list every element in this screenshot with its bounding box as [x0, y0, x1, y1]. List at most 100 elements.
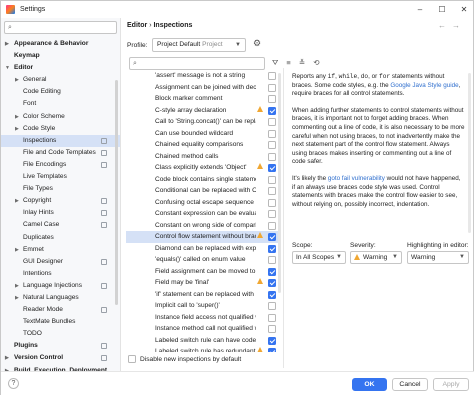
- sidebar-item-appearance-behavior[interactable]: ▶ Appearance & Behavior: [1, 38, 120, 50]
- inspection-row[interactable]: Block marker comment: [126, 93, 280, 105]
- google-style-link[interactable]: Google Java Style guide: [390, 82, 458, 89]
- disable-new-checkbox[interactable]: [128, 355, 136, 363]
- maximize-icon[interactable]: ☐: [431, 1, 453, 18]
- sidebar-item-file-encodings[interactable]: File Encodings: [1, 159, 120, 171]
- inspection-checkbox[interactable]: [268, 279, 276, 287]
- inspection-checkbox[interactable]: [268, 233, 276, 241]
- collapse-all-icon[interactable]: ≚: [299, 58, 305, 67]
- sidebar-item-version-control[interactable]: ▶ Version Control: [1, 352, 120, 364]
- inspection-filter-input[interactable]: ⌕: [129, 57, 265, 70]
- sidebar-item-intentions[interactable]: Intentions: [1, 268, 120, 280]
- sidebar-item-color-scheme[interactable]: ▶ Color Scheme: [1, 111, 120, 123]
- inspection-checkbox[interactable]: [268, 221, 276, 230]
- sidebar-item-editor[interactable]: ▼ Editor: [1, 62, 120, 74]
- inspection-checkbox[interactable]: [268, 302, 276, 310]
- inspection-checkbox[interactable]: [268, 164, 276, 172]
- chevron-right-icon[interactable]: ▶: [5, 38, 9, 50]
- sidebar-item-code-style[interactable]: ▶ Code Style: [1, 123, 120, 135]
- chevron-right-icon[interactable]: ▶: [15, 123, 19, 135]
- inspection-checkbox[interactable]: [268, 95, 276, 103]
- inspection-row[interactable]: Labeled switch rule can have code block: [126, 335, 280, 347]
- inspection-row[interactable]: 'assert' message is not a string: [126, 70, 280, 82]
- chevron-right-icon[interactable]: ▶: [15, 280, 19, 292]
- filter-icon[interactable]: ⛛: [272, 58, 278, 67]
- inspection-checkbox[interactable]: [268, 244, 276, 253]
- cancel-button[interactable]: Cancel: [392, 378, 428, 391]
- sidebar-item-gui-designer[interactable]: GUI Designer: [1, 256, 120, 268]
- sidebar-item-font[interactable]: Font: [1, 98, 120, 110]
- sidebar-item-file-and-code-templates[interactable]: File and Code Templates: [1, 147, 120, 159]
- sidebar-item-inspections[interactable]: Inspections: [1, 134, 120, 147]
- inspection-row[interactable]: Class explicitly extends 'Object': [126, 162, 280, 174]
- inspection-row[interactable]: Conditional can be replaced with Optiona…: [126, 185, 280, 197]
- inspection-row[interactable]: Call to 'String.concat()' can be replace…: [126, 116, 280, 128]
- sidebar-item-code-editing[interactable]: Code Editing: [1, 86, 120, 98]
- inspection-checkbox[interactable]: [268, 267, 276, 276]
- inspection-row[interactable]: Chained equality comparisons: [126, 139, 280, 151]
- profile-dropdown[interactable]: Project Default Project ▼: [152, 38, 246, 52]
- inspection-row[interactable]: Constant expression can be evaluated: [126, 208, 280, 220]
- scope-dropdown[interactable]: In All Scopes ▼: [292, 251, 346, 264]
- inspection-row[interactable]: Implicit call to 'super()': [126, 300, 280, 312]
- sidebar-item-todo[interactable]: TODO: [1, 328, 120, 340]
- chevron-right-icon[interactable]: ▶: [5, 352, 9, 364]
- sidebar-scrollbar[interactable]: [115, 80, 118, 305]
- inspection-row[interactable]: Confusing octal escape sequence: [126, 197, 280, 209]
- apply-button[interactable]: Apply: [433, 378, 469, 391]
- inspection-list-scrollbar[interactable]: [278, 73, 281, 293]
- sidebar-item-camel-case[interactable]: Camel Case: [1, 219, 120, 231]
- inspection-row[interactable]: Diamond can be replaced with explicit ty…: [126, 243, 280, 255]
- inspection-row[interactable]: Constant on wrong side of comparison: [126, 220, 280, 232]
- severity-dropdown[interactable]: Warning ▼: [350, 251, 402, 264]
- sidebar-item-natural-languages[interactable]: ▶ Natural Languages: [1, 292, 120, 304]
- help-button[interactable]: ?: [8, 378, 19, 389]
- chevron-right-icon[interactable]: ▶: [15, 111, 19, 123]
- inspection-checkbox[interactable]: [268, 210, 276, 218]
- inspection-row[interactable]: Field assignment can be moved to initial…: [126, 266, 280, 278]
- back-forward-icons[interactable]: ←→: [438, 21, 466, 30]
- inspection-row[interactable]: Assignment can be joined with declaratio…: [126, 82, 280, 94]
- goto-fail-link[interactable]: goto fail vulnerability: [328, 175, 385, 182]
- inspection-row[interactable]: Field may be 'final': [126, 277, 280, 289]
- inspection-row[interactable]: Control flow statement without braces: [126, 231, 280, 243]
- inspection-row[interactable]: C-style array declaration: [126, 105, 280, 117]
- inspection-row[interactable]: Can use bounded wildcard: [126, 128, 280, 140]
- inspection-checkbox[interactable]: [268, 152, 276, 161]
- inspection-checkbox[interactable]: [268, 106, 276, 115]
- inspection-checkbox[interactable]: [268, 336, 276, 345]
- panel-splitter[interactable]: [283, 68, 284, 368]
- chevron-down-icon[interactable]: ▼: [5, 62, 10, 74]
- inspection-checkbox[interactable]: [268, 118, 276, 126]
- sidebar-item-emmet[interactable]: ▶ Emmet: [1, 244, 120, 256]
- sidebar-item-file-types[interactable]: File Types: [1, 183, 120, 195]
- inspection-checkbox[interactable]: [268, 290, 276, 299]
- minimize-icon[interactable]: –: [409, 1, 431, 18]
- inspection-checkbox[interactable]: [268, 72, 276, 80]
- inspection-row[interactable]: 'if' statement can be replaced with swit…: [126, 289, 280, 301]
- inspection-row[interactable]: Instance field access not qualified with…: [126, 312, 280, 324]
- chevron-right-icon[interactable]: ▶: [15, 195, 19, 207]
- sidebar-item-textmate-bundles[interactable]: TextMate Bundles: [1, 316, 120, 328]
- inspection-checkbox[interactable]: [268, 175, 276, 184]
- inspection-checkbox[interactable]: [268, 187, 276, 195]
- ok-button[interactable]: OK: [352, 378, 387, 391]
- breadcrumb-parent[interactable]: Editor: [127, 22, 147, 29]
- sidebar-item-copyright[interactable]: ▶ Copyright: [1, 195, 120, 207]
- chevron-right-icon[interactable]: ▶: [15, 292, 19, 304]
- sidebar-item-keymap[interactable]: Keymap: [1, 50, 120, 62]
- inspection-row[interactable]: Code block contains single statement: [126, 174, 280, 186]
- sidebar-item-live-templates[interactable]: Live Templates: [1, 171, 120, 183]
- sidebar-item-general[interactable]: ▶ General: [1, 74, 120, 86]
- close-icon[interactable]: ✕: [453, 1, 474, 18]
- sidebar-item-duplicates[interactable]: Duplicates: [1, 232, 120, 244]
- inspection-checkbox[interactable]: [268, 141, 276, 149]
- inspection-checkbox[interactable]: [268, 256, 276, 264]
- inspection-checkbox[interactable]: [268, 313, 276, 322]
- settings-search-input[interactable]: ⌕: [4, 21, 117, 34]
- chevron-right-icon[interactable]: ▶: [15, 244, 19, 256]
- disable-new-inspections[interactable]: Disable new inspections by default: [128, 355, 241, 363]
- gear-icon[interactable]: ⚙: [253, 38, 261, 49]
- inspection-row[interactable]: 'equals()' called on enum value: [126, 254, 280, 266]
- chevron-right-icon[interactable]: ▶: [15, 74, 19, 86]
- inspection-checkbox[interactable]: [268, 348, 276, 352]
